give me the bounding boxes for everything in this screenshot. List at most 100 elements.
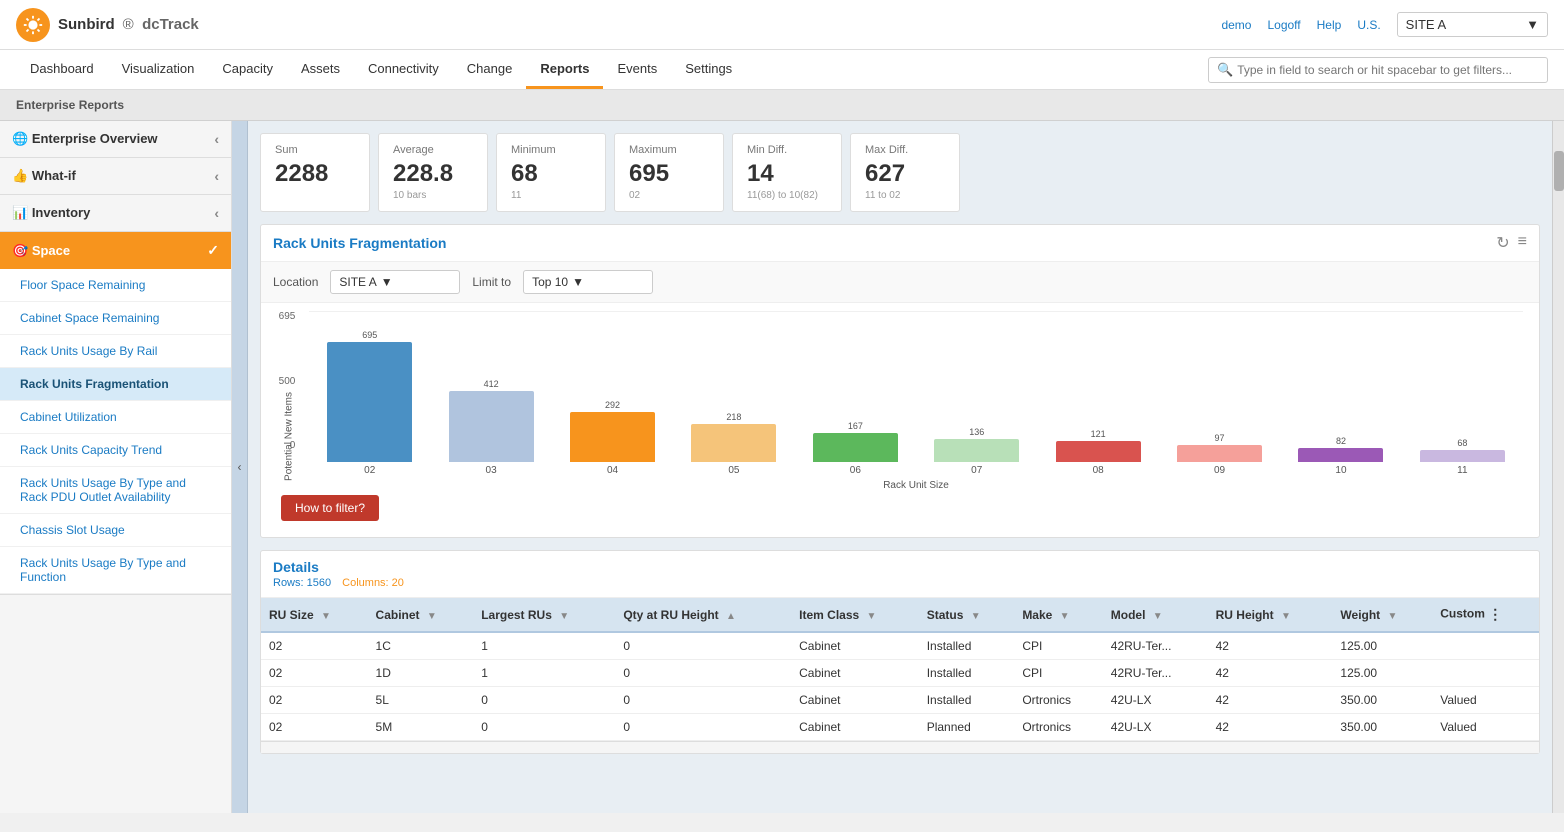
col-qty-at-ru-height[interactable]: Qty at RU Height ▲ — [615, 598, 791, 632]
sidebar-item-cabinet-space-remaining[interactable]: Cabinet Space Remaining — [0, 302, 231, 335]
nav-item-assets[interactable]: Assets — [287, 51, 354, 89]
nav-item-change[interactable]: Change — [453, 51, 527, 89]
col-make[interactable]: Make ▼ — [1014, 598, 1102, 632]
sidebar-header-inventory[interactable]: 📊 Inventory ‹ — [0, 195, 231, 231]
stat-sum: Sum 2288 — [260, 133, 370, 212]
nav-item-events[interactable]: Events — [603, 51, 671, 89]
stat-min-diff: Min Diff. 14 11(68) to 10(82) — [732, 133, 842, 212]
sidebar-header-space[interactable]: 🎯 Space ✓ — [0, 232, 231, 269]
col-custom[interactable]: Custom ⋮ — [1432, 598, 1539, 632]
table-cell: 42 — [1208, 632, 1333, 660]
logoff-link[interactable]: Logoff — [1267, 18, 1300, 32]
bar-group-05: 21805 — [673, 330, 794, 476]
sort-icon-status: ▼ — [971, 611, 981, 622]
location-select-chevron: ▼ — [381, 275, 393, 289]
nav-item-connectivity[interactable]: Connectivity — [354, 51, 453, 89]
nav-item-reports[interactable]: Reports — [526, 51, 603, 89]
menu-icon[interactable]: ≡ — [1518, 233, 1527, 253]
sidebar-item-rack-units-usage-by-function[interactable]: Rack Units Usage By Type and Function — [0, 547, 231, 594]
details-table: RU Size ▼ Cabinet ▼ Largest RUs ▼ Qty at… — [261, 598, 1539, 741]
chevron-inventory: ‹ — [214, 205, 219, 221]
nav-item-dashboard[interactable]: Dashboard — [16, 51, 108, 89]
chart-body: Potential New Items 695 500 0 — [261, 303, 1539, 537]
bar-value-07: 136 — [969, 427, 984, 437]
location-select[interactable]: SITE A ▼ — [330, 270, 460, 294]
space-items: Floor Space Remaining Cabinet Space Rema… — [0, 269, 231, 594]
col-ru-height[interactable]: RU Height ▼ — [1208, 598, 1333, 632]
bar-xlabel-09: 09 — [1214, 465, 1225, 476]
barchart-icon: 📊 — [12, 205, 28, 220]
search-bar[interactable]: 🔍 — [1208, 57, 1548, 83]
sidebar-item-cabinet-utilization[interactable]: Cabinet Utilization — [0, 401, 231, 434]
table-row: 021D10CabinetInstalledCPI42RU-Ter...4212… — [261, 660, 1539, 687]
limit-select[interactable]: Top 10 ▼ — [523, 270, 653, 294]
how-to-filter-button[interactable]: How to filter? — [281, 495, 379, 521]
nav-item-visualization[interactable]: Visualization — [108, 51, 209, 89]
limit-select-chevron: ▼ — [572, 275, 584, 289]
table-cell: 350.00 — [1332, 714, 1432, 741]
table-body: 021C10CabinetInstalledCPI42RU-Ter...4212… — [261, 632, 1539, 741]
table-cell: 02 — [261, 632, 368, 660]
bar-xlabel-04: 04 — [607, 465, 618, 476]
sidebar-header-what-if[interactable]: 👍 What-if ‹ — [0, 158, 231, 194]
bar-value-03: 412 — [484, 379, 499, 389]
breadcrumb: Enterprise Reports — [0, 90, 1564, 121]
chevron-enterprise-overview: ‹ — [214, 131, 219, 147]
nav-item-settings[interactable]: Settings — [671, 51, 746, 89]
sidebar: 🌐 Enterprise Overview ‹ 👍 What-if ‹ 📊 In… — [0, 121, 232, 813]
bar-xlabel-02: 02 — [364, 465, 375, 476]
sidebar-section-space: 🎯 Space ✓ Floor Space Remaining Cabinet … — [0, 232, 231, 595]
col-largest-rus[interactable]: Largest RUs ▼ — [473, 598, 615, 632]
col-item-class[interactable]: Item Class ▼ — [791, 598, 919, 632]
col-ru-size[interactable]: RU Size ▼ — [261, 598, 368, 632]
sidebar-item-rack-units-usage-by-type[interactable]: Rack Units Usage By Type and Rack PDU Ou… — [0, 467, 231, 514]
sidebar-item-chassis-slot-usage[interactable]: Chassis Slot Usage — [0, 514, 231, 547]
table-cell: 42U-LX — [1103, 687, 1208, 714]
sidebar-item-rack-units-usage-by-rail[interactable]: Rack Units Usage By Rail — [0, 335, 231, 368]
table-cell: 0 — [615, 687, 791, 714]
bar-value-10: 82 — [1336, 436, 1346, 446]
sidebar-collapse-button[interactable]: ‹ — [232, 121, 248, 813]
bar-xlabel-06: 06 — [850, 465, 861, 476]
bar-value-11: 68 — [1457, 438, 1467, 448]
bar-group-03: 41203 — [430, 330, 551, 476]
locale-link[interactable]: U.S. — [1357, 18, 1380, 32]
col-options-icon: ⋮ — [1488, 606, 1502, 622]
table-cell: CPI — [1014, 660, 1102, 687]
bar-group-07: 13607 — [916, 330, 1037, 476]
main-content: Sum 2288 Average 228.8 10 bars Minimum 6… — [248, 121, 1552, 813]
nav-item-capacity[interactable]: Capacity — [208, 51, 287, 89]
col-model[interactable]: Model ▼ — [1103, 598, 1208, 632]
stat-minimum: Minimum 68 11 — [496, 133, 606, 212]
sun-icon — [22, 14, 44, 36]
bar-value-05: 218 — [726, 412, 741, 422]
sidebar-item-rack-units-fragmentation[interactable]: Rack Units Fragmentation — [0, 368, 231, 401]
chart-panel: Rack Units Fragmentation ↻ ≡ Location SI… — [260, 224, 1540, 538]
sidebar-section-enterprise-overview: 🌐 Enterprise Overview ‹ — [0, 121, 231, 158]
sort-icon-qty: ▲ — [726, 611, 736, 622]
table-cell: 42RU-Ter... — [1103, 632, 1208, 660]
sidebar-scroll-thumb — [1554, 151, 1564, 191]
sidebar-scrollbar[interactable] — [1552, 121, 1564, 813]
table-container[interactable]: RU Size ▼ Cabinet ▼ Largest RUs ▼ Qty at… — [261, 598, 1539, 741]
bar-group-11: 6811 — [1402, 330, 1523, 476]
refresh-icon[interactable]: ↻ — [1496, 233, 1509, 253]
details-rows: Rows: 1560 — [273, 577, 331, 589]
sidebar-item-floor-space-remaining[interactable]: Floor Space Remaining — [0, 269, 231, 302]
bar-09 — [1177, 445, 1262, 462]
table-cell: 02 — [261, 687, 368, 714]
table-cell: Cabinet — [791, 714, 919, 741]
demo-link[interactable]: demo — [1221, 18, 1251, 32]
horizontal-scrollbar[interactable] — [261, 741, 1539, 753]
target-icon: 🎯 — [12, 243, 28, 258]
search-input[interactable] — [1237, 63, 1539, 77]
table-cell: 42U-LX — [1103, 714, 1208, 741]
help-link[interactable]: Help — [1317, 18, 1342, 32]
col-status[interactable]: Status ▼ — [919, 598, 1015, 632]
col-cabinet[interactable]: Cabinet ▼ — [368, 598, 474, 632]
table-cell: 5M — [368, 714, 474, 741]
site-selector[interactable]: SITE A ▼ — [1397, 12, 1548, 37]
col-weight[interactable]: Weight ▼ — [1332, 598, 1432, 632]
sidebar-item-rack-units-capacity-trend[interactable]: Rack Units Capacity Trend — [0, 434, 231, 467]
sidebar-header-enterprise-overview[interactable]: 🌐 Enterprise Overview ‹ — [0, 121, 231, 157]
